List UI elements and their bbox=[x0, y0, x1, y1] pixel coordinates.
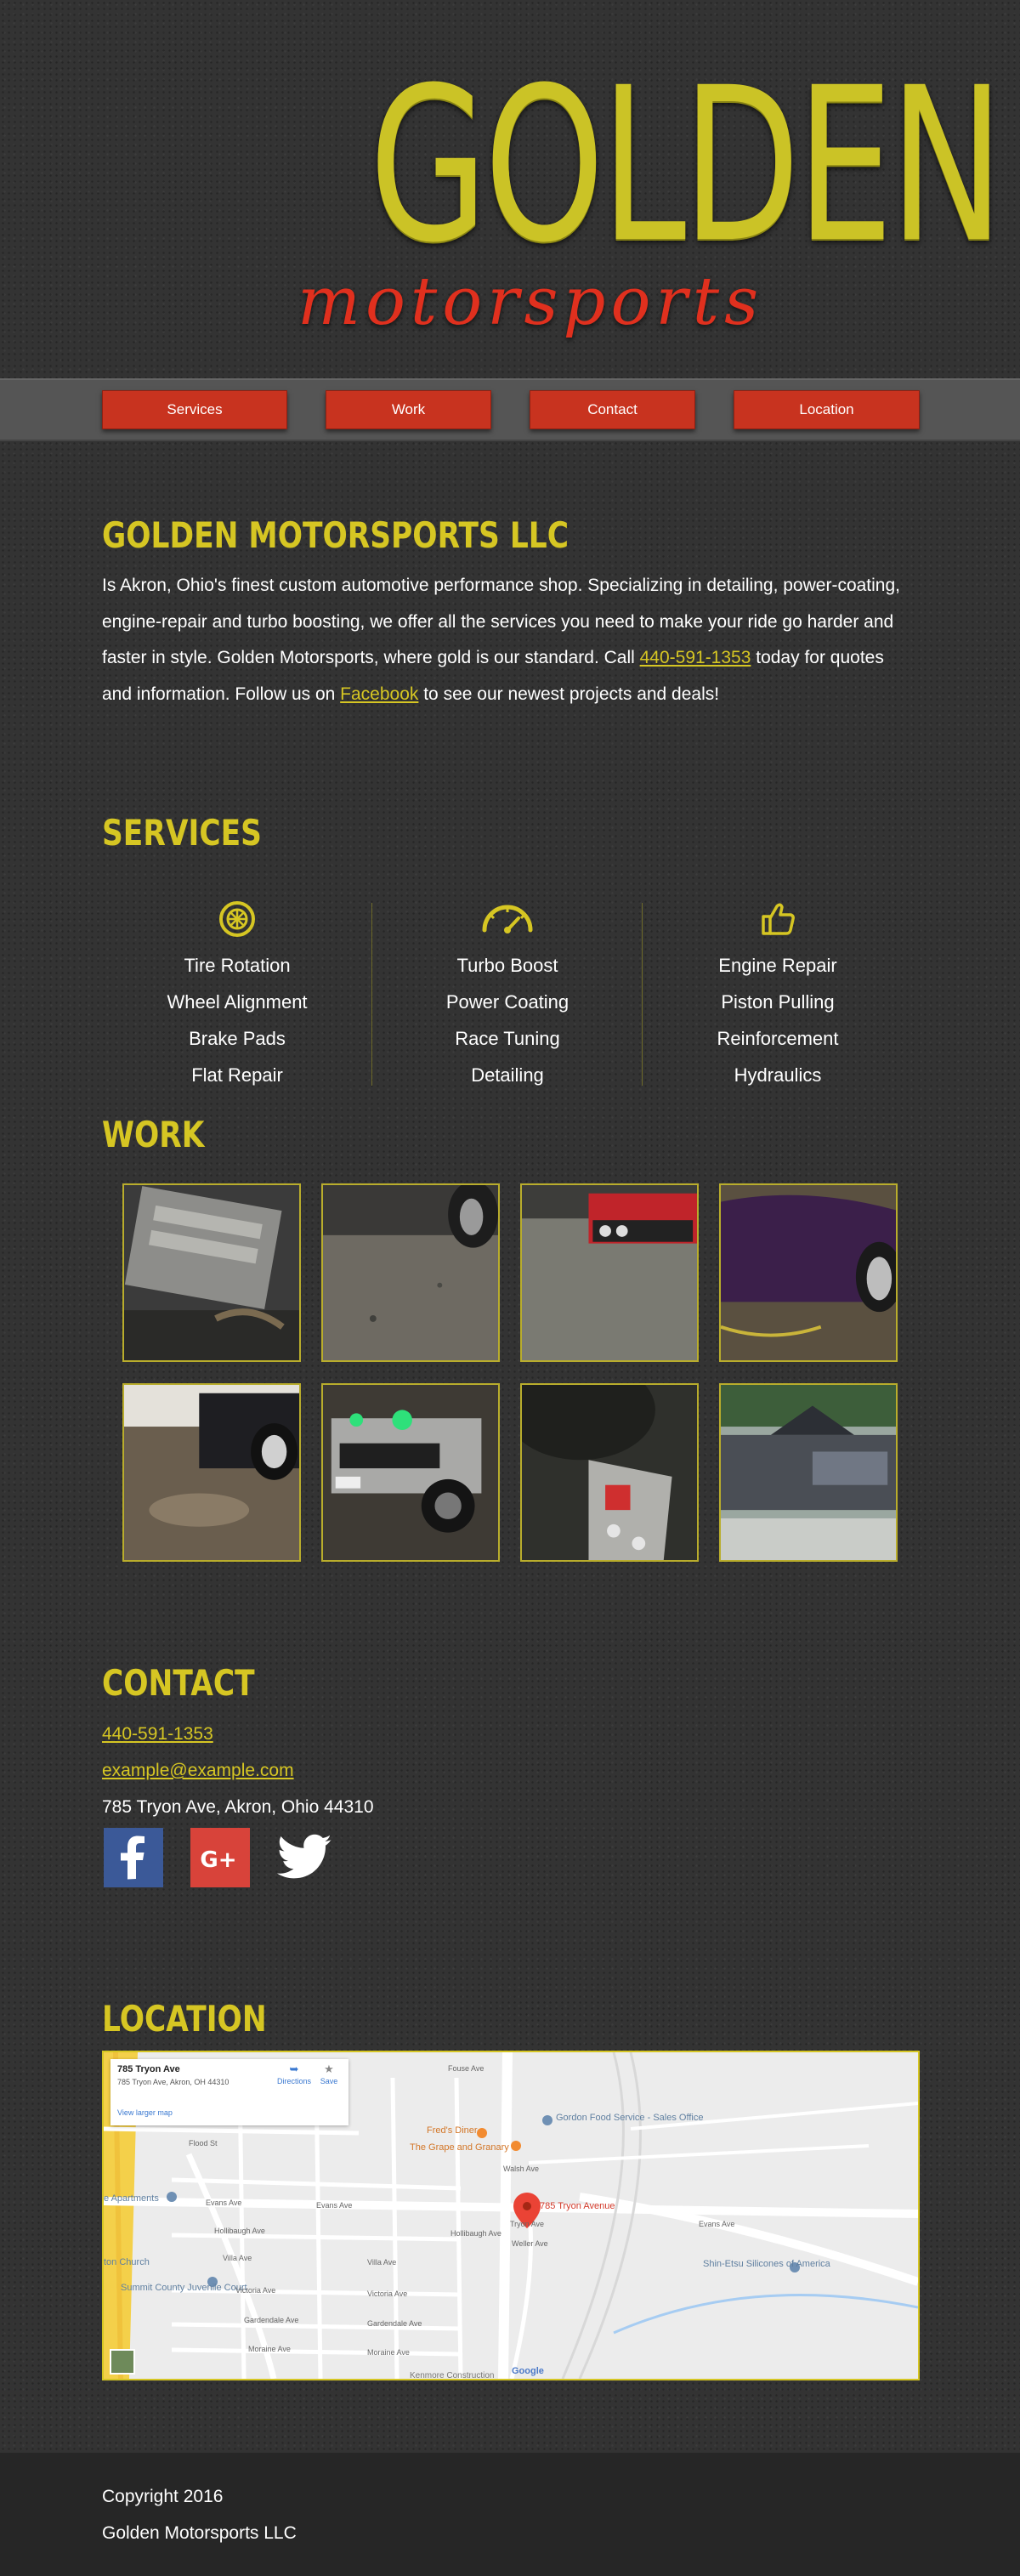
map-label-shin: Shin-Etsu Silicones of America bbox=[703, 2259, 831, 2269]
service-item: Turbo Boost bbox=[456, 955, 558, 976]
map-label-street: Villa Ave bbox=[367, 2258, 396, 2267]
site-footer: Copyright 2016 Golden Motorsports LLC bbox=[0, 2453, 1020, 2576]
svg-text:G+: G+ bbox=[200, 1847, 236, 1873]
map-card-address: 785 Tryon Ave, Akron, OH 44310 bbox=[117, 2078, 230, 2086]
map-label-street: Walsh Ave bbox=[503, 2165, 539, 2173]
about-text-3: to see our newest projects and deals! bbox=[418, 684, 720, 704]
location-title: LOCATION bbox=[102, 1998, 267, 2040]
service-item: Tire Rotation bbox=[184, 955, 291, 976]
nav-contact-button[interactable]: Contact bbox=[530, 390, 695, 429]
speedometer-icon bbox=[482, 905, 533, 933]
contact-phone-link[interactable]: 440-591-1353 bbox=[102, 1722, 213, 1747]
google-plus-icon[interactable]: G+ bbox=[190, 1828, 250, 1887]
map-label-street: Victoria Ave bbox=[367, 2289, 407, 2298]
service-item: Detailing bbox=[471, 1064, 544, 1086]
map-label-apartments: e Apartments bbox=[104, 2193, 159, 2204]
service-item: Brake Pads bbox=[189, 1028, 286, 1049]
map-label-street: Tryon Ave bbox=[510, 2220, 544, 2228]
map-label-street: Evans Ave bbox=[316, 2201, 352, 2210]
business-pin-icon bbox=[542, 2115, 552, 2125]
site-header: GOLDEN motorsports bbox=[0, 0, 1020, 378]
services-column-2: Turbo Boost Power Coating Race Tuning De… bbox=[372, 899, 643, 1087]
map-label-street: Villa Ave bbox=[223, 2254, 252, 2262]
work-title: WORK bbox=[102, 1114, 205, 1155]
map-card-title: 785 Tryon Ave bbox=[117, 2064, 180, 2074]
map-label-street: Gardendale Ave bbox=[244, 2316, 298, 2324]
about-phone-link[interactable]: 440-591-1353 bbox=[640, 648, 751, 667]
service-item: Engine Repair bbox=[718, 955, 837, 976]
work-photo-junkyard[interactable] bbox=[719, 1383, 898, 1562]
service-item: Power Coating bbox=[445, 991, 570, 1013]
about-paragraph: Is Akron, Ohio's finest custom automotiv… bbox=[102, 568, 918, 712]
directions-icon: ➥ bbox=[289, 2063, 299, 2075]
service-item: Wheel Alignment bbox=[167, 991, 308, 1013]
map-label-street: Flood St bbox=[189, 2139, 218, 2148]
map-label-freds: Fred's Diner bbox=[427, 2125, 478, 2136]
about-title: GOLDEN MOTORSPORTS LLC bbox=[102, 514, 570, 556]
footer-copyright: Copyright 2016 bbox=[102, 2487, 224, 2506]
map-directions-button[interactable]: ➥ Directions bbox=[277, 2063, 311, 2086]
work-photo-brake-rotor[interactable] bbox=[520, 1383, 699, 1562]
work-photo-engine[interactable] bbox=[122, 1183, 301, 1362]
service-item: Race Tuning bbox=[455, 1028, 560, 1049]
services-column-1: Tire Rotation Wheel Alignment Brake Pads… bbox=[102, 899, 372, 1087]
facebook-icon[interactable] bbox=[104, 1828, 163, 1887]
map-label-street: Hollibaugh Ave bbox=[450, 2229, 502, 2238]
map-label-grape: The Grape and Granary bbox=[410, 2142, 509, 2153]
wheel-icon bbox=[219, 901, 255, 937]
services-title: SERVICES bbox=[102, 812, 262, 854]
thumbs-up-icon bbox=[762, 903, 795, 935]
map-save-label: Save bbox=[320, 2077, 338, 2085]
work-photo-silver-truck[interactable] bbox=[321, 1383, 500, 1562]
about-facebook-link[interactable]: Facebook bbox=[340, 684, 418, 704]
map-label-street: Moraine Ave bbox=[248, 2345, 291, 2353]
map-label-pin: 785 Tryon Avenue bbox=[540, 2201, 615, 2211]
footer-company: Golden Motorsports LLC bbox=[102, 2523, 297, 2543]
map-label-street: Moraine Ave bbox=[367, 2348, 410, 2357]
star-icon: ★ bbox=[324, 2063, 334, 2075]
map-label-street: Fouse Ave bbox=[448, 2064, 484, 2073]
logo-script: motorsports bbox=[298, 264, 764, 340]
map-larger-link[interactable]: View larger map bbox=[117, 2108, 173, 2117]
service-item: Hydraulics bbox=[734, 1064, 822, 1086]
contact-email-link[interactable]: example@example.com bbox=[102, 1758, 294, 1784]
map-label-street: Evans Ave bbox=[699, 2220, 734, 2228]
restaurant-pin-icon bbox=[477, 2128, 487, 2138]
contact-address: 785 Tryon Ave, Akron, Ohio 44310 bbox=[102, 1797, 374, 1817]
twitter-icon[interactable] bbox=[275, 1828, 335, 1887]
work-photo-garage-floor[interactable] bbox=[321, 1183, 500, 1362]
map-label-street: Gardendale Ave bbox=[367, 2319, 422, 2328]
nav-services-button[interactable]: Services bbox=[102, 390, 287, 429]
map-label-street: Victoria Ave bbox=[235, 2286, 275, 2295]
google-logo: Google bbox=[512, 2366, 544, 2376]
map-save-button[interactable]: ★ Save bbox=[314, 2063, 343, 2086]
nav-location-button[interactable]: Location bbox=[734, 390, 920, 429]
main-nav: Services Work Contact Location bbox=[0, 378, 1020, 441]
service-item: Flat Repair bbox=[191, 1064, 283, 1086]
map-label-gordon: Gordon Food Service - Sales Office bbox=[556, 2113, 703, 2123]
contact-title: CONTACT bbox=[102, 1662, 255, 1704]
work-photo-purple-car[interactable] bbox=[719, 1183, 898, 1362]
map-directions-label: Directions bbox=[277, 2077, 312, 2085]
map-label-street: Hollibaugh Ave bbox=[214, 2227, 265, 2235]
map-label-summit: Summit County Juvenile Court bbox=[121, 2283, 247, 2293]
work-photo-red-car[interactable] bbox=[520, 1183, 699, 1362]
restaurant-pin-icon bbox=[511, 2141, 521, 2151]
map-label-church: ton Church bbox=[104, 2257, 150, 2267]
nav-work-button[interactable]: Work bbox=[326, 390, 491, 429]
service-item: Reinforcement bbox=[717, 1028, 839, 1049]
map-label-street: Evans Ave bbox=[206, 2199, 241, 2207]
map-info-card: 785 Tryon Ave 785 Tryon Ave, Akron, OH 4… bbox=[110, 2059, 348, 2125]
satellite-toggle[interactable] bbox=[110, 2349, 135, 2375]
business-pin-icon bbox=[167, 2192, 177, 2202]
services-column-3: Engine Repair Piston Pulling Reinforceme… bbox=[643, 899, 913, 1087]
service-item: Piston Pulling bbox=[721, 991, 835, 1013]
work-photo-wet-floor-car[interactable] bbox=[122, 1383, 301, 1562]
map-label-street: Weller Ave bbox=[512, 2239, 548, 2248]
map-embed[interactable]: 785 Tryon Avenue Fred's Diner The Grape … bbox=[102, 2051, 920, 2380]
map-label-kenmore: Kenmore Construction bbox=[410, 2371, 495, 2379]
